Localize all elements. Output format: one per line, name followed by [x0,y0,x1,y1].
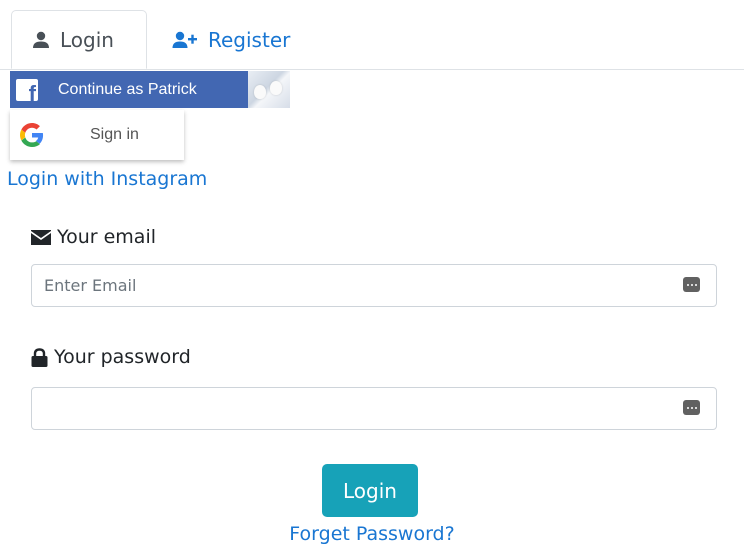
tab-login-label: Login [60,27,114,52]
google-icon [20,123,44,147]
password-manager-icon[interactable] [683,277,700,292]
facebook-button-label: Continue as Patrick [58,80,197,98]
password-label: Your password [31,346,191,368]
facebook-login-button[interactable]: f Continue as Patrick [10,71,248,108]
instagram-login-link[interactable]: Login with Instagram [7,168,207,190]
envelope-icon [31,229,51,245]
email-field-container [31,264,717,307]
password-field[interactable] [32,388,672,429]
email-field[interactable] [32,265,672,306]
avatar [248,71,290,108]
password-label-text: Your password [54,346,191,368]
email-label-text: Your email [57,226,156,248]
tab-login[interactable]: Login [11,10,147,69]
lock-icon [31,347,48,367]
google-signin-button[interactable]: Sign in [10,110,184,160]
password-manager-icon[interactable] [683,400,700,415]
forgot-password-link[interactable]: Forget Password? [0,523,744,545]
facebook-icon: f [16,78,38,101]
tab-register[interactable]: Register [170,10,290,69]
password-field-container [31,387,717,430]
login-submit-button[interactable]: Login [322,464,418,517]
user-plus-icon [172,31,198,49]
email-label: Your email [31,226,156,248]
tab-register-label: Register [208,27,291,52]
user-icon [32,31,50,49]
auth-tabs: Login Register [0,0,744,70]
google-button-label: Sign in [90,126,139,143]
